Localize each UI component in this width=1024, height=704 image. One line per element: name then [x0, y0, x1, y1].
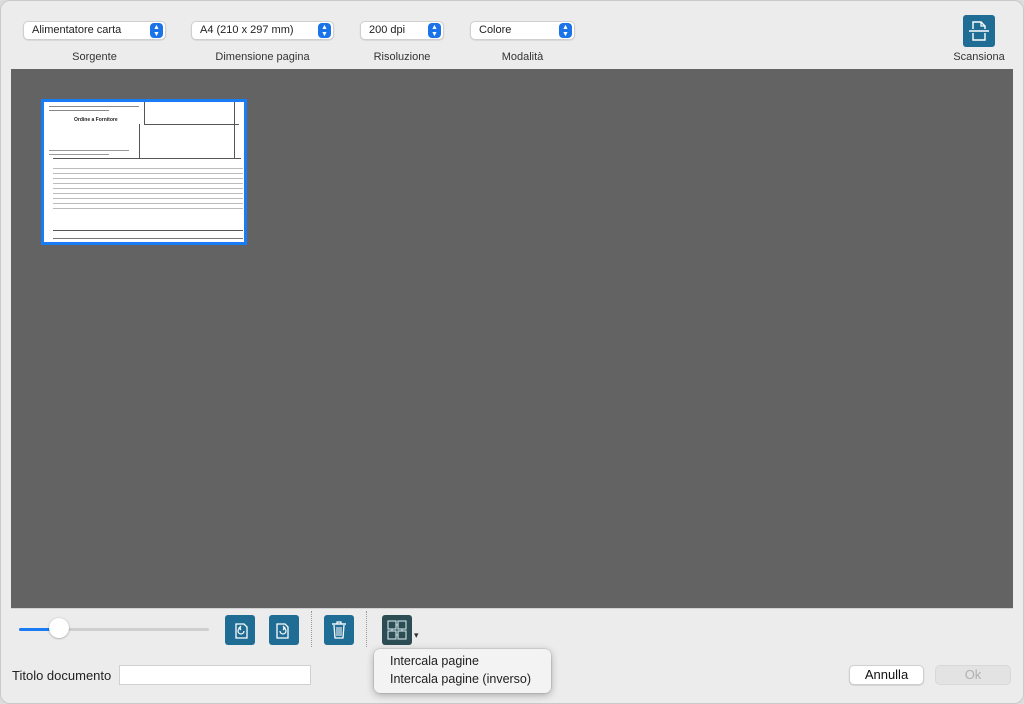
resolution-select-value: 200 dpi [369, 24, 406, 36]
scan-dialog: Alimentatore carta ▲ ▼ Sorgente A4 (210 x… [0, 0, 1024, 704]
rotate-left-icon [235, 623, 248, 639]
source-select-value: Alimentatore carta [32, 24, 122, 36]
resolution-label: Risoluzione [373, 51, 431, 63]
chevron-updown-icon: ▲ ▼ [318, 23, 331, 38]
resolution-select[interactable]: 200 dpi ▲ ▼ [360, 21, 444, 40]
scan-label: Scansiona [953, 51, 1005, 63]
rotate-left-button[interactable] [225, 615, 255, 645]
mode-select-value: Colore [479, 24, 512, 36]
interleave-menu: Intercala pagine Intercala pagine (inver… [374, 649, 551, 693]
bottom-toolbar: ▾ [11, 608, 1013, 649]
rotate-right-button[interactable] [269, 615, 299, 645]
chevron-updown-icon: ▲ ▼ [428, 23, 441, 38]
menu-item-interleave[interactable]: Intercala pagine [390, 654, 479, 668]
source-label: Sorgente [72, 51, 117, 63]
document-title-input[interactable] [119, 665, 311, 685]
menu-item-interleave-reverse[interactable]: Intercala pagine (inverso) [390, 672, 531, 686]
mode-label: Modalità [501, 51, 544, 63]
page-size-label: Dimensione pagina [215, 51, 310, 63]
rotate-right-icon [276, 623, 289, 639]
page-thumbnail[interactable]: Ordine a Fornitore [41, 99, 247, 245]
interleave-button[interactable] [382, 615, 412, 645]
chevron-updown-icon: ▲ ▼ [150, 23, 163, 38]
interleave-icon [387, 620, 407, 640]
zoom-slider-track[interactable] [19, 628, 209, 631]
zoom-slider-knob[interactable] [48, 618, 69, 638]
chevron-down-icon[interactable]: ▾ [414, 630, 419, 641]
scan-button[interactable] [963, 15, 995, 47]
cancel-button[interactable]: Annulla [849, 665, 924, 685]
chevron-updown-icon: ▲ ▼ [559, 23, 572, 38]
source-select[interactable]: Alimentatore carta ▲ ▼ [23, 21, 166, 40]
delete-button[interactable] [324, 615, 354, 645]
mode-select[interactable]: Colore ▲ ▼ [470, 21, 575, 40]
separator [366, 611, 367, 647]
ok-button[interactable]: Ok [935, 665, 1011, 685]
trash-icon [332, 621, 346, 639]
page-size-select-value: A4 (210 x 297 mm) [200, 24, 294, 36]
separator [311, 611, 312, 647]
document-title-label: Titolo documento [12, 668, 112, 683]
page-size-select[interactable]: A4 (210 x 297 mm) ▲ ▼ [191, 21, 334, 40]
scan-preview-area: Ordine a Fornitore [11, 69, 1013, 608]
scan-icon [969, 21, 989, 41]
thumbnail-title: Ordine a Fornitore [74, 117, 118, 123]
